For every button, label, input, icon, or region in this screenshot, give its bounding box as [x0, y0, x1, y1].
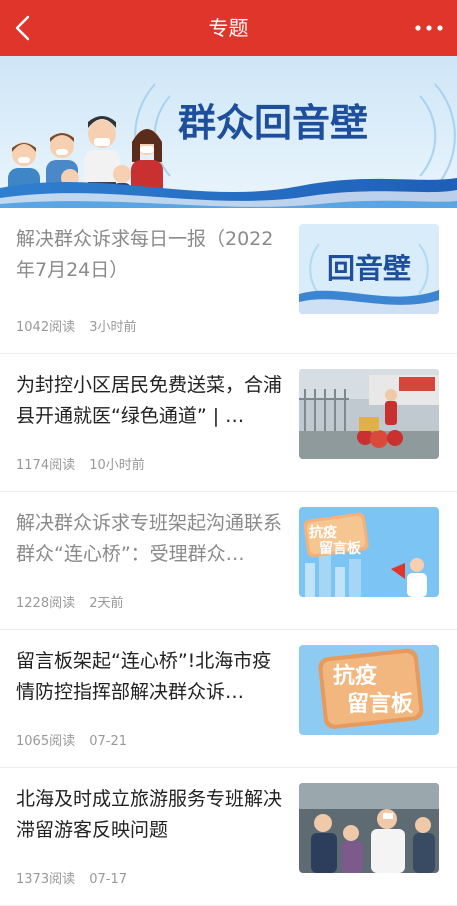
page-title: 专题 — [208, 16, 249, 40]
thumbnail-text: 回音壁 — [327, 252, 411, 285]
publish-time: 07-17 — [89, 872, 128, 887]
list-item[interactable]: 为封控小区居民免费送菜，合浦县开通就医“绿色通道” | … 1174阅读 10小… — [0, 354, 457, 492]
chevron-left-icon — [15, 15, 30, 41]
article-title: 留言板架起“连心桥”!北海市疫情防控指挥部解决群众诉… — [16, 650, 272, 703]
banner-illustration: 群众回音壁 — [0, 56, 457, 208]
article-meta: 1174阅读 10小时前 — [16, 454, 145, 473]
top-bar: 专题 — [0, 0, 457, 56]
article-thumbnail: 抗疫 留言板 — [299, 507, 439, 597]
topic-banner: 群众回音壁 — [0, 56, 457, 208]
read-count: 1228阅读 — [16, 596, 76, 611]
article-meta: 1228阅读 2天前 — [16, 592, 124, 611]
list-item[interactable]: 解决群众诉求每日一报（2022年7月24日） 1042阅读 3小时前 回音壁 — [0, 208, 457, 354]
publish-time: 3小时前 — [89, 320, 137, 335]
article-thumbnail: 抗疫 留言板 — [299, 645, 439, 735]
more-button[interactable] — [409, 12, 449, 44]
read-count: 1174阅读 — [16, 458, 76, 473]
thumbnail-line2: 留言板 — [319, 540, 362, 557]
back-button[interactable] — [8, 12, 40, 44]
article-thumbnail — [299, 369, 439, 459]
list-item[interactable]: 留言板架起“连心桥”!北海市疫情防控指挥部解决群众诉… 1065阅读 07-21… — [0, 630, 457, 768]
article-thumbnail — [299, 783, 439, 873]
article-title: 北海及时成立旅游服务专班解决滞留游客反映问题 — [16, 788, 283, 841]
thumbnail-line1: 抗疫 — [309, 524, 337, 541]
article-thumbnail: 回音壁 — [299, 224, 439, 314]
list-item[interactable]: 解决群众诉求专班架起沟通联系群众“连心桥”：受理群众… 1228阅读 2天前 抗… — [0, 492, 457, 630]
article-meta: 1042阅读 3小时前 — [16, 316, 137, 335]
article-title: 为封控小区居民免费送菜，合浦县开通就医“绿色通道” | … — [16, 374, 283, 427]
article-meta: 1065阅读 07-21 — [16, 730, 127, 749]
article-meta: 1373阅读 07-17 — [16, 868, 127, 887]
read-count: 1373阅读 — [16, 872, 76, 887]
banner-title: 群众回音壁 — [178, 101, 368, 145]
article-title: 解决群众诉求每日一报（2022年7月24日） — [16, 228, 274, 281]
more-horizontal-icon — [415, 25, 443, 31]
thumbnail-line1: 抗疫 — [333, 663, 377, 689]
article-list: 解决群众诉求每日一报（2022年7月24日） 1042阅读 3小时前 回音壁 为… — [0, 208, 457, 906]
thumbnail-line2: 留言板 — [347, 691, 414, 717]
publish-time: 07-21 — [89, 734, 128, 749]
publish-time: 2天前 — [89, 596, 124, 611]
read-count: 1065阅读 — [16, 734, 76, 749]
list-item[interactable]: 北海及时成立旅游服务专班解决滞留游客反映问题 1373阅读 07-17 — [0, 768, 457, 906]
publish-time: 10小时前 — [89, 458, 145, 473]
article-title: 解决群众诉求专班架起沟通联系群众“连心桥”：受理群众… — [16, 512, 283, 565]
read-count: 1042阅读 — [16, 320, 76, 335]
